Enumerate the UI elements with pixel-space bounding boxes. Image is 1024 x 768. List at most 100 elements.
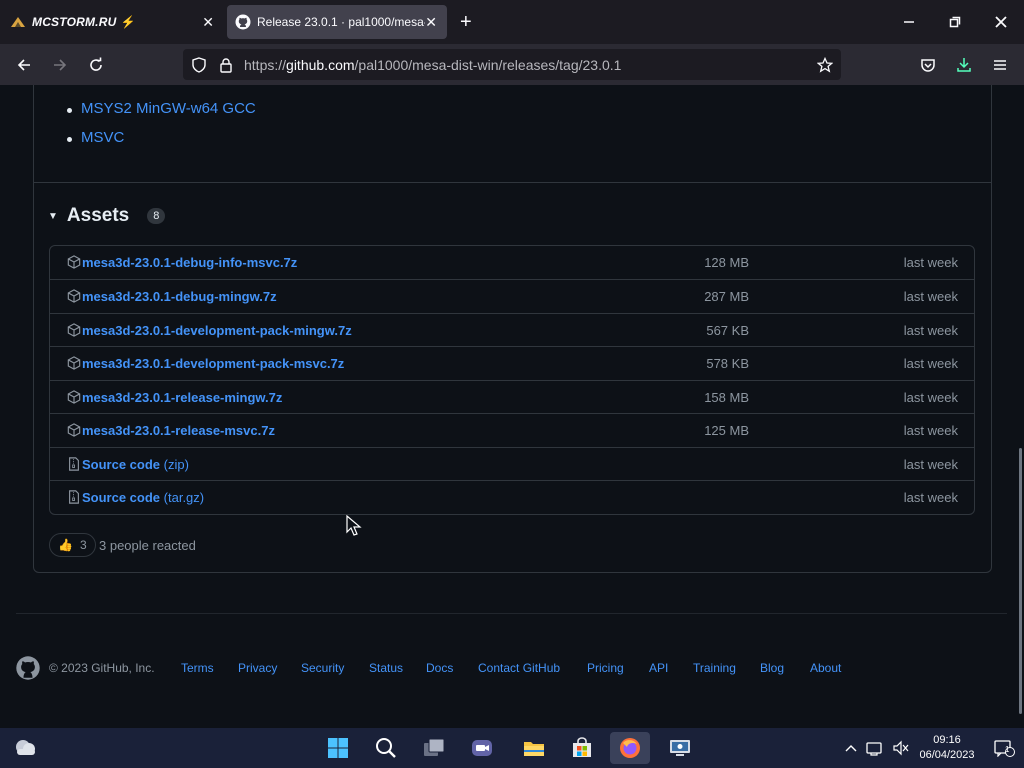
task-view-icon[interactable] [414,732,454,764]
thumbs-up-icon: 👍 [58,538,73,552]
asset-date: last week [903,490,958,505]
asset-name: mesa3d-23.0.1-development-pack-mingw.7z [82,323,352,338]
asset-format: (tar.gz) [163,490,205,505]
file-zip-icon [69,490,79,504]
assets-title: Assets [66,205,130,226]
browser-tab-bar: MCSTORM.RU ⚡ ✕ Release 23.0.1 · pal1000/… [0,0,1024,44]
scrollbar-thumb[interactable] [1019,448,1022,714]
forward-arrow-icon[interactable] [47,52,73,78]
asset-link[interactable]: mesa3d-23.0.1-release-msvc.7z [82,423,275,438]
new-tab-plus-icon[interactable]: + [460,11,472,34]
footer-link-privacy[interactable]: Privacy [238,661,277,675]
footer-link-status[interactable]: Status [369,661,403,675]
asset-size: 287 MB [704,289,749,304]
url-bar[interactable]: https://github.com/pal1000/mesa-dist-win… [183,49,841,80]
file-explorer-icon[interactable] [514,732,554,764]
url-prefix: https:// [244,57,287,73]
footer-link-training[interactable]: Training [693,661,736,675]
file-zip-icon [69,457,79,471]
asset-size: 128 MB [704,255,749,270]
tracking-shield-icon[interactable] [186,52,212,78]
asset-name: mesa3d-23.0.1-debug-info-msvc.7z [82,255,298,270]
asset-name: mesa3d-23.0.1-development-pack-msvc.7z [82,356,345,371]
start-windows-icon[interactable] [318,732,358,764]
microsoft-store-icon[interactable] [562,732,602,764]
url-path: /pal1000/mesa-dist-win/releases/tag/23.0… [354,57,622,73]
notification-count: 1 [1005,745,1010,754]
tab-mcstorm[interactable]: MCSTORM.RU ⚡ ✕ [0,0,224,44]
asset-row: mesa3d-23.0.1-release-msvc.7z 125 MB las… [50,413,974,446]
package-icon [67,390,81,404]
build-option-link[interactable]: MSYS2 MinGW-w64 GCC [67,100,256,117]
copyright-text: © 2023 GitHub, Inc. [49,661,155,675]
asset-row: mesa3d-23.0.1-debug-mingw.7z 287 MB last… [50,279,974,312]
footer-link-pricing[interactable]: Pricing [587,661,624,675]
asset-date: last week [903,390,958,405]
asset-row: mesa3d-23.0.1-release-mingw.7z 158 MB la… [50,380,974,413]
footer-link-contact[interactable]: Contact GitHub [478,661,560,675]
github-logo-icon[interactable] [16,656,40,680]
reaction-button[interactable]: 👍 3 [49,533,96,557]
downloads-icon[interactable] [951,52,977,78]
asset-name: Source code [82,490,161,505]
package-icon [67,255,81,269]
notifications-icon[interactable]: 1 [990,728,1018,768]
lock-icon[interactable] [213,52,239,78]
volume-muted-icon[interactable] [890,728,912,768]
hamburger-menu-icon[interactable] [987,52,1013,78]
close-window-icon[interactable] [978,0,1024,44]
asset-link[interactable]: Source code (zip) [82,457,189,472]
footer-link-about[interactable]: About [810,661,841,675]
close-tab-icon[interactable]: ✕ [425,14,437,31]
asset-date: last week [903,457,958,472]
assets-count-badge: 8 [147,208,166,224]
remote-app-icon[interactable] [660,732,700,764]
search-icon[interactable] [366,732,406,764]
asset-link[interactable]: mesa3d-23.0.1-debug-mingw.7z [82,289,277,304]
page-content: MSYS2 MinGW-w64 GCC MSVC ▼ Assets 8 mesa… [0,85,1017,728]
assets-header[interactable]: ▼ Assets 8 [48,205,166,227]
asset-name: Source code [82,457,161,472]
asset-date: last week [903,289,958,304]
close-tab-icon[interactable]: ✕ [202,14,214,31]
asset-row: mesa3d-23.0.1-development-pack-msvc.7z 5… [50,346,974,379]
chat-teams-icon[interactable] [462,732,502,764]
mcstorm-favicon-icon [10,14,26,30]
firefox-taskbar-icon[interactable] [610,732,650,764]
pocket-icon[interactable] [915,52,941,78]
asset-link[interactable]: mesa3d-23.0.1-debug-info-msvc.7z [82,255,297,270]
tab-title: MCSTORM.RU [32,15,117,29]
chevron-up-icon[interactable] [842,728,860,768]
footer-link-docs[interactable]: Docs [426,661,453,675]
network-icon[interactable] [864,728,886,768]
taskbar-clock[interactable]: 09:16 06/04/2023 [912,733,982,763]
back-arrow-icon[interactable] [11,52,37,78]
maximize-icon[interactable] [932,0,978,44]
asset-date: last week [903,423,958,438]
footer-link-blog[interactable]: Blog [760,661,784,675]
asset-link[interactable]: mesa3d-23.0.1-development-pack-msvc.7z [82,356,344,371]
asset-link[interactable]: mesa3d-23.0.1-release-mingw.7z [82,390,282,405]
tab-github-release[interactable]: Release 23.0.1 · pal1000/mesa-dist-win ✕ [227,5,447,39]
asset-link[interactable]: Source code (tar.gz) [82,490,204,505]
windows-taskbar: 09:16 06/04/2023 1 [0,728,1024,768]
asset-date: last week [903,356,958,371]
asset-size: 578 KB [706,356,749,371]
caret-down-icon[interactable]: ▼ [48,211,58,222]
footer-link-security[interactable]: Security [301,661,344,675]
package-icon [67,323,81,337]
lightning-icon: ⚡ [120,15,136,29]
url-text[interactable]: https://github.com/pal1000/mesa-dist-win… [244,57,621,73]
footer-link-api[interactable]: API [649,661,668,675]
asset-row: Source code (zip) last week [50,447,974,480]
reload-icon[interactable] [83,52,109,78]
weather-cloud-icon[interactable] [12,737,38,759]
footer-link-terms[interactable]: Terms [181,661,214,675]
reacted-text: 3 people reacted [99,538,196,553]
reaction-count: 3 [79,538,87,552]
asset-link[interactable]: mesa3d-23.0.1-development-pack-mingw.7z [82,323,352,338]
assets-list: mesa3d-23.0.1-debug-info-msvc.7z 128 MB … [49,245,975,515]
build-option-link[interactable]: MSVC [66,129,124,146]
minimize-icon[interactable] [886,0,932,44]
bookmark-star-icon[interactable] [812,52,838,78]
